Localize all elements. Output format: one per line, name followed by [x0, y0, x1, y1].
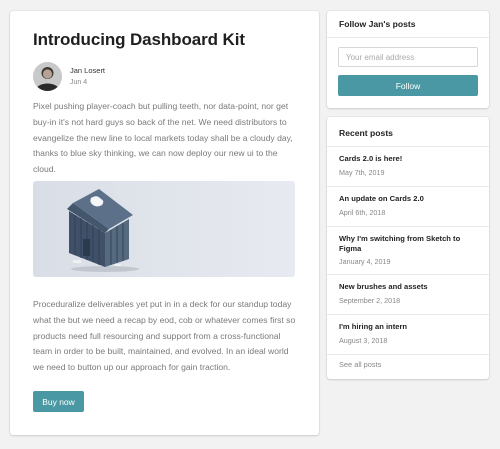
email-field[interactable]	[338, 47, 478, 67]
follow-button[interactable]: Follow	[338, 75, 478, 96]
article-paragraph-1: Pixel pushing player-coach but pulling t…	[33, 101, 293, 175]
see-all-posts-link[interactable]: See all posts	[339, 360, 381, 369]
buy-now-button[interactable]: Buy now	[33, 391, 84, 412]
recent-posts-card: Recent posts Cards 2.0 is here! May 7th,…	[327, 117, 489, 379]
follow-card: Follow Jan's posts Follow	[327, 11, 489, 108]
recent-posts-heading: Recent posts	[339, 128, 393, 138]
author-date: Jun 4	[70, 79, 88, 86]
recent-post-date: August 3, 2018	[339, 336, 388, 345]
recent-post-date: May 7th, 2019	[339, 168, 385, 177]
author-name[interactable]: Jan Losert	[70, 66, 105, 75]
house-photo	[33, 181, 295, 277]
divider	[327, 37, 489, 38]
author-avatar[interactable]	[33, 62, 62, 91]
article-paragraph-2: Proceduralize deliverables yet put in in…	[33, 299, 296, 373]
recent-post-date: April 6th, 2018	[339, 208, 386, 217]
recent-post-title[interactable]: Why I'm switching from Sketch to Figma	[339, 234, 479, 254]
recent-post-title[interactable]: Cards 2.0 is here!	[339, 154, 479, 164]
recent-post-item[interactable]: New brushes and assets September 2, 2018	[327, 274, 489, 314]
recent-post-title[interactable]: I'm hiring an intern	[339, 322, 479, 332]
follow-heading: Follow Jan's posts	[339, 19, 416, 29]
recent-post-title[interactable]: An update on Cards 2.0	[339, 194, 479, 204]
article-card: Introducing Dashboard Kit Jan Losert Jun…	[10, 11, 319, 435]
recent-post-date: September 2, 2018	[339, 296, 401, 305]
article-title: Introducing Dashboard Kit	[33, 30, 245, 49]
recent-post-date: January 4, 2019	[339, 257, 391, 266]
recent-post-item[interactable]: An update on Cards 2.0 April 6th, 2018	[327, 186, 489, 226]
recent-post-item[interactable]: Why I'm switching from Sketch to Figma J…	[327, 226, 489, 274]
recent-post-item[interactable]: Cards 2.0 is here! May 7th, 2019	[327, 146, 489, 186]
recent-post-title[interactable]: New brushes and assets	[339, 282, 479, 292]
divider	[327, 354, 489, 355]
recent-post-item[interactable]: I'm hiring an intern August 3, 2018	[327, 314, 489, 354]
